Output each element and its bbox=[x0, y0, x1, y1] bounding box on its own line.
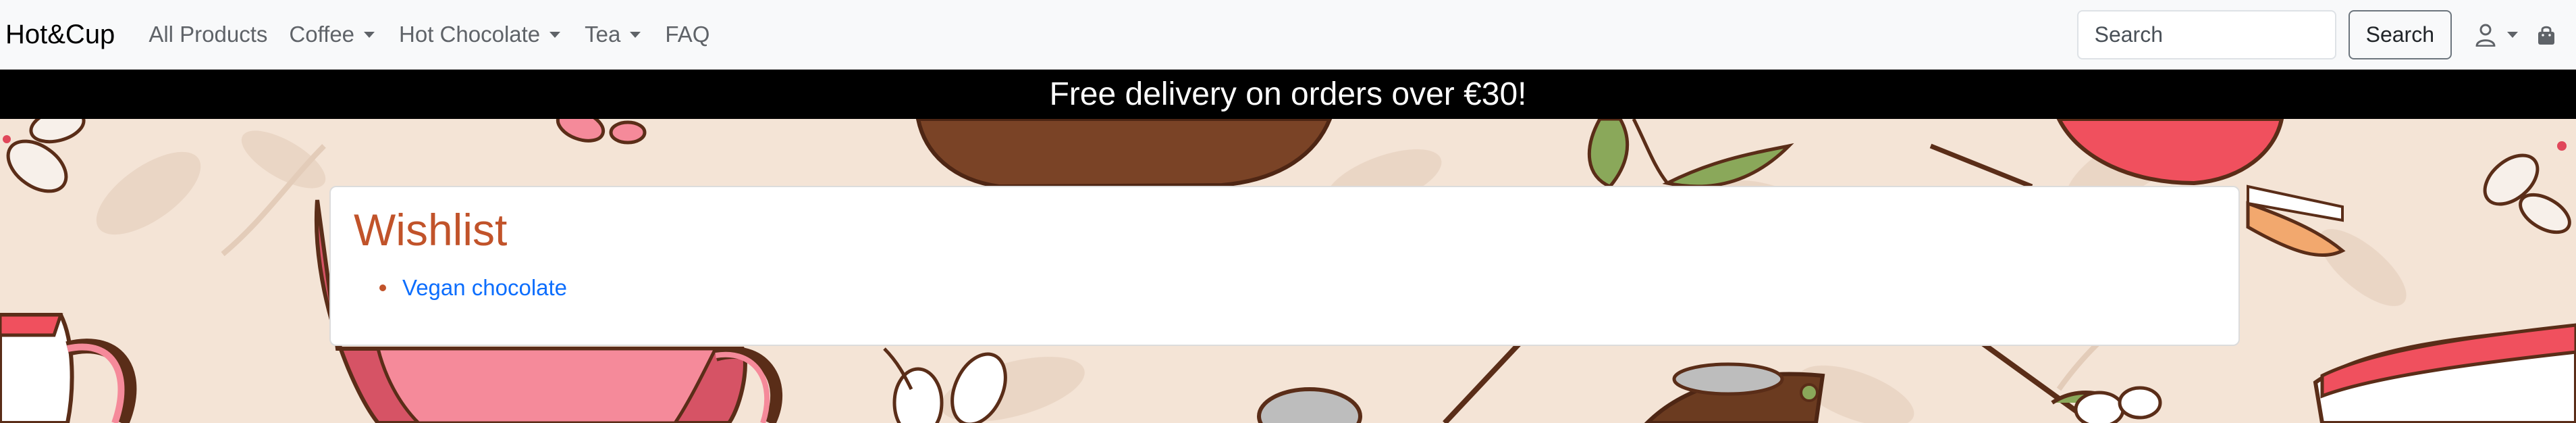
nav-coffee-label: Coffee bbox=[289, 22, 355, 47]
user-icon bbox=[2475, 24, 2496, 47]
nav-coffee-dropdown[interactable]: Coffee bbox=[289, 22, 375, 47]
promo-banner-text: Free delivery on orders over €30! bbox=[1049, 76, 1527, 112]
nav-faq-label: FAQ bbox=[665, 22, 710, 47]
chevron-down-icon bbox=[549, 31, 561, 38]
account-dropdown[interactable] bbox=[2475, 24, 2518, 47]
chevron-down-icon bbox=[364, 31, 375, 38]
chevron-down-icon bbox=[2507, 32, 2518, 38]
navbar-actions: Search bbox=[2076, 0, 2576, 70]
wishlist-item-link[interactable]: Vegan chocolate bbox=[402, 275, 567, 301]
promo-banner: Free delivery on orders over €30! bbox=[0, 70, 2576, 119]
wishlist-items: Vegan chocolate bbox=[354, 275, 2216, 301]
bullet-icon bbox=[379, 284, 386, 291]
chevron-down-icon bbox=[630, 31, 641, 38]
search-input[interactable] bbox=[2076, 10, 2336, 59]
nav-tea-dropdown[interactable]: Tea bbox=[585, 22, 641, 47]
nav-tea-label: Tea bbox=[585, 22, 621, 47]
cart-button[interactable] bbox=[2537, 24, 2556, 46]
wishlist-card: Wishlist Vegan chocolate bbox=[329, 186, 2240, 346]
search-button[interactable]: Search bbox=[2348, 10, 2452, 59]
nav-all-products-label: All Products bbox=[149, 22, 268, 47]
list-item: Vegan chocolate bbox=[379, 275, 2216, 301]
main-navbar: Hot&Cup All Products Coffee Hot Chocolat… bbox=[0, 0, 2576, 70]
brand-logo[interactable]: Hot&Cup bbox=[5, 20, 115, 50]
nav-all-products[interactable]: All Products bbox=[149, 22, 267, 47]
shopping-bag-icon bbox=[2538, 26, 2554, 45]
nav-faq[interactable]: FAQ bbox=[665, 22, 709, 47]
wishlist-title: Wishlist bbox=[354, 205, 508, 255]
nav-hot-chocolate-label: Hot Chocolate bbox=[399, 22, 541, 47]
nav-hot-chocolate-dropdown[interactable]: Hot Chocolate bbox=[399, 22, 561, 47]
